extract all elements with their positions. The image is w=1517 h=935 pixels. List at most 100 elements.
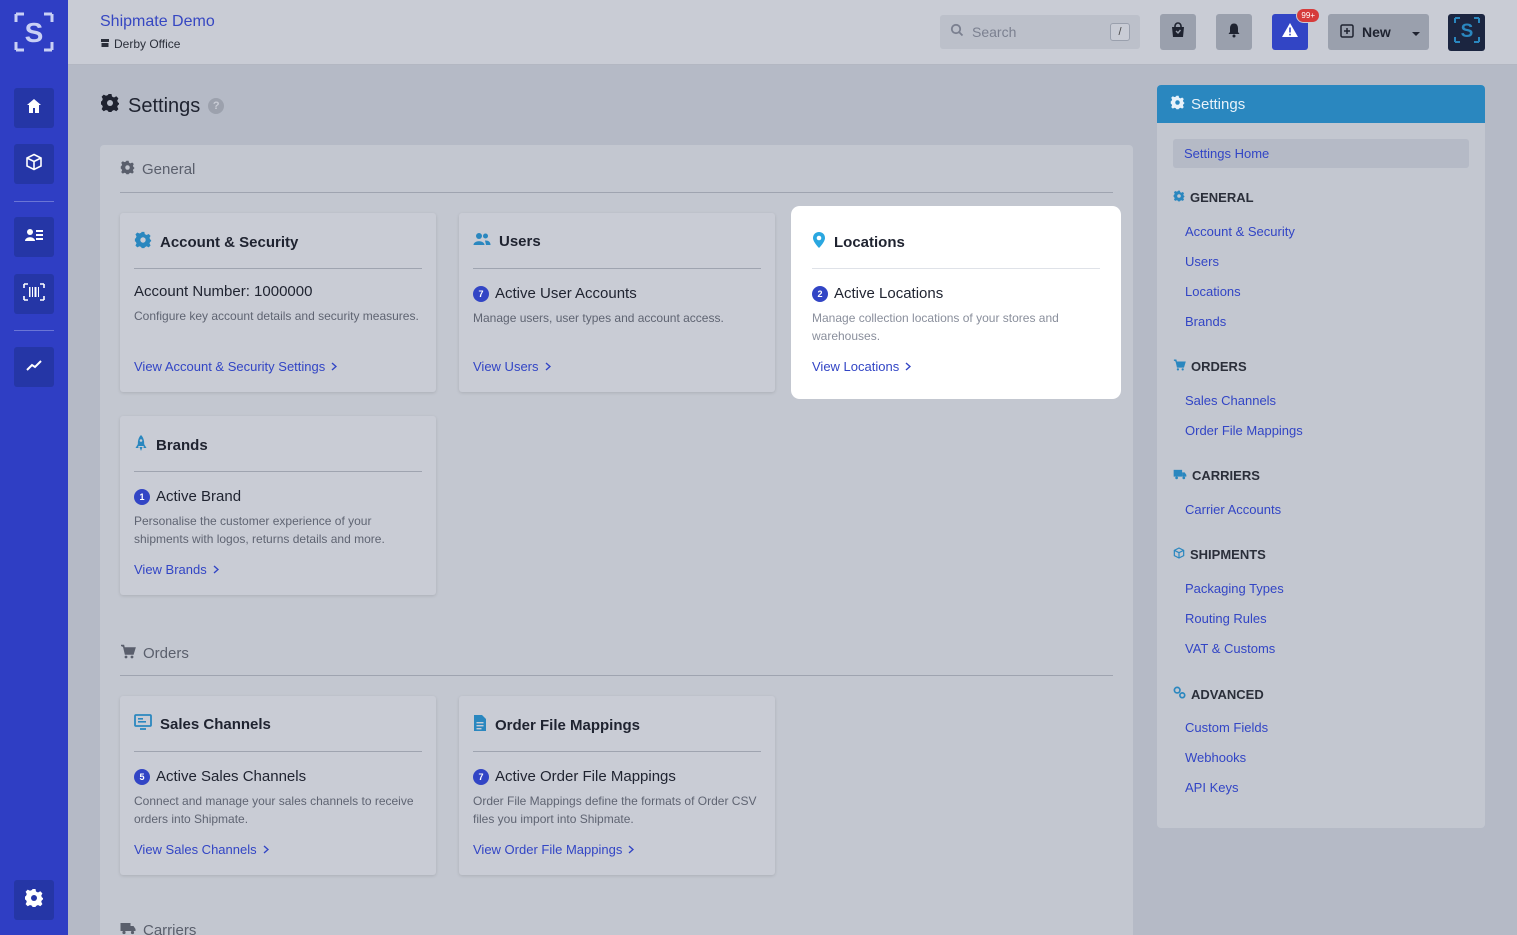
nav-item-order-file-mappings[interactable]: Order File Mappings — [1185, 423, 1303, 438]
warning-triangle-icon — [1281, 22, 1299, 43]
truck-icon — [1173, 468, 1187, 483]
box-icon — [25, 153, 43, 176]
nav-item-users[interactable]: Users — [1185, 254, 1219, 269]
link-text: View Locations — [812, 359, 900, 374]
card-subtitle-text: Active User Accounts — [495, 285, 637, 302]
office-selector[interactable]: Derby Office — [100, 37, 180, 51]
section-divider — [120, 192, 1113, 193]
card-subtitle: 7 Active User Accounts — [473, 285, 637, 302]
gear-icon — [134, 231, 152, 253]
nav-section-general: GENERAL — [1173, 190, 1254, 205]
nav-section-orders: ORDERS — [1173, 359, 1247, 374]
plus-square-icon — [1340, 23, 1354, 41]
view-users-link[interactable]: View Users — [473, 359, 551, 374]
nav-item-brands[interactable]: Brands — [1185, 314, 1226, 329]
nav-section-label: GENERAL — [1190, 190, 1254, 205]
card-title: Sales Channels — [134, 714, 271, 734]
section-carriers-heading: Carriers — [120, 922, 196, 935]
section-orders-heading: Orders — [120, 644, 189, 663]
search-shortcut-hint: / — [1110, 23, 1130, 41]
sales-channels-card: Sales Channels 5 Active Sales Channels C… — [120, 696, 436, 875]
box-icon — [1173, 547, 1185, 562]
card-divider — [134, 751, 422, 752]
new-button-label: New — [1362, 24, 1391, 40]
gear-icon — [100, 93, 120, 119]
nav-section-label: SHIPMENTS — [1190, 547, 1266, 562]
nav-item-locations[interactable]: Locations — [1185, 284, 1241, 299]
nav-item-webhooks[interactable]: Webhooks — [1185, 750, 1246, 765]
settings-nav-panel: Settings Settings Home GENERAL Account &… — [1157, 85, 1485, 828]
card-title-text: Brands — [156, 436, 208, 454]
gear-icon — [1170, 95, 1185, 114]
nav-item-api-keys[interactable]: API Keys — [1185, 780, 1238, 795]
new-button[interactable]: New — [1328, 14, 1429, 50]
section-general-heading: General — [120, 160, 195, 179]
nav-item-custom-fields[interactable]: Custom Fields — [1185, 720, 1268, 735]
top-bar: Shipmate Demo Derby Office / 99+ New — [68, 0, 1517, 65]
nav-section-shipments: SHIPMENTS — [1173, 547, 1266, 562]
card-description: Manage users, user types and account acc… — [473, 311, 724, 325]
reports-nav-button[interactable] — [14, 347, 54, 387]
nav-item-packaging-types[interactable]: Packaging Types — [1185, 581, 1284, 596]
search-input[interactable] — [972, 24, 1102, 40]
nav-section-advanced: ADVANCED — [1173, 686, 1264, 702]
card-divider — [473, 268, 761, 269]
help-icon[interactable]: ? — [208, 98, 225, 114]
view-brands-link[interactable]: View Brands — [134, 562, 219, 577]
chevron-right-icon — [331, 359, 338, 374]
card-divider — [812, 268, 1100, 269]
card-subtitle-text: Active Order File Mappings — [495, 768, 676, 785]
home-nav-button[interactable] — [14, 88, 54, 128]
card-title-text: Locations — [834, 233, 905, 251]
chevron-right-icon — [263, 842, 269, 857]
notifications-button[interactable] — [1216, 14, 1252, 50]
rocket-icon — [134, 434, 148, 456]
card-title-text: Sales Channels — [160, 715, 271, 733]
settings-main-panel: General Account & Security Account Numbe… — [100, 145, 1133, 935]
orders-bag-button[interactable] — [1160, 14, 1196, 50]
card-description: Configure key account details and securi… — [134, 309, 419, 323]
nav-item-routing-rules[interactable]: Routing Rules — [1185, 611, 1267, 626]
nav-item-vat-customs[interactable]: VAT & Customs — [1185, 641, 1275, 656]
view-account-security-link[interactable]: View Account & Security Settings — [134, 359, 338, 374]
shipmate-logo-icon[interactable]: S — [14, 12, 54, 52]
org-name[interactable]: Shipmate Demo — [100, 13, 215, 31]
contacts-nav-button[interactable] — [14, 217, 54, 257]
chevron-right-icon — [545, 359, 551, 374]
nav-item-carrier-accounts[interactable]: Carrier Accounts — [1185, 502, 1281, 517]
nav-section-label: ORDERS — [1191, 359, 1247, 374]
store-icon — [100, 37, 110, 51]
shipments-nav-button[interactable] — [14, 144, 54, 184]
barcode-icon — [23, 282, 45, 306]
search-box[interactable]: / — [940, 15, 1140, 49]
truck-icon — [120, 922, 136, 935]
card-description: Manage collection locations of your stor… — [812, 311, 1059, 343]
users-icon — [473, 231, 491, 251]
nav-item-sales-channels[interactable]: Sales Channels — [1185, 393, 1276, 408]
card-description: Personalise the customer experience of y… — [134, 514, 385, 546]
settings-home-link[interactable]: Settings Home — [1173, 139, 1469, 168]
view-sales-channels-link[interactable]: View Sales Channels — [134, 842, 269, 857]
cart-icon — [1173, 359, 1186, 374]
link-text: View Brands — [134, 562, 207, 577]
view-order-file-mappings-link[interactable]: View Order File Mappings — [473, 842, 635, 857]
brands-card: Brands 1 Active Brand Personalise the cu… — [120, 416, 436, 595]
home-icon — [25, 97, 43, 120]
card-subtitle-text: Active Sales Channels — [156, 768, 307, 785]
card-title: Account & Security — [134, 231, 298, 253]
page-title-text: Settings — [128, 94, 201, 117]
scan-nav-button[interactable] — [14, 274, 54, 314]
nav-section-carriers: CARRIERS — [1173, 468, 1260, 483]
link-text: View Order File Mappings — [473, 842, 623, 857]
alerts-button[interactable]: 99+ — [1272, 8, 1320, 50]
gear-icon — [120, 160, 135, 179]
card-title: Locations — [812, 231, 905, 253]
settings-nav-button[interactable] — [14, 880, 54, 920]
nav-section-label: CARRIERS — [1192, 468, 1260, 483]
account-avatar-button[interactable]: S — [1448, 14, 1485, 51]
count-badge: 7 — [473, 768, 489, 785]
nav-item-account-security[interactable]: Account & Security — [1185, 224, 1295, 239]
count-badge: 1 — [134, 488, 150, 505]
view-locations-link[interactable]: View Locations — [812, 359, 912, 374]
cart-icon — [120, 644, 136, 663]
